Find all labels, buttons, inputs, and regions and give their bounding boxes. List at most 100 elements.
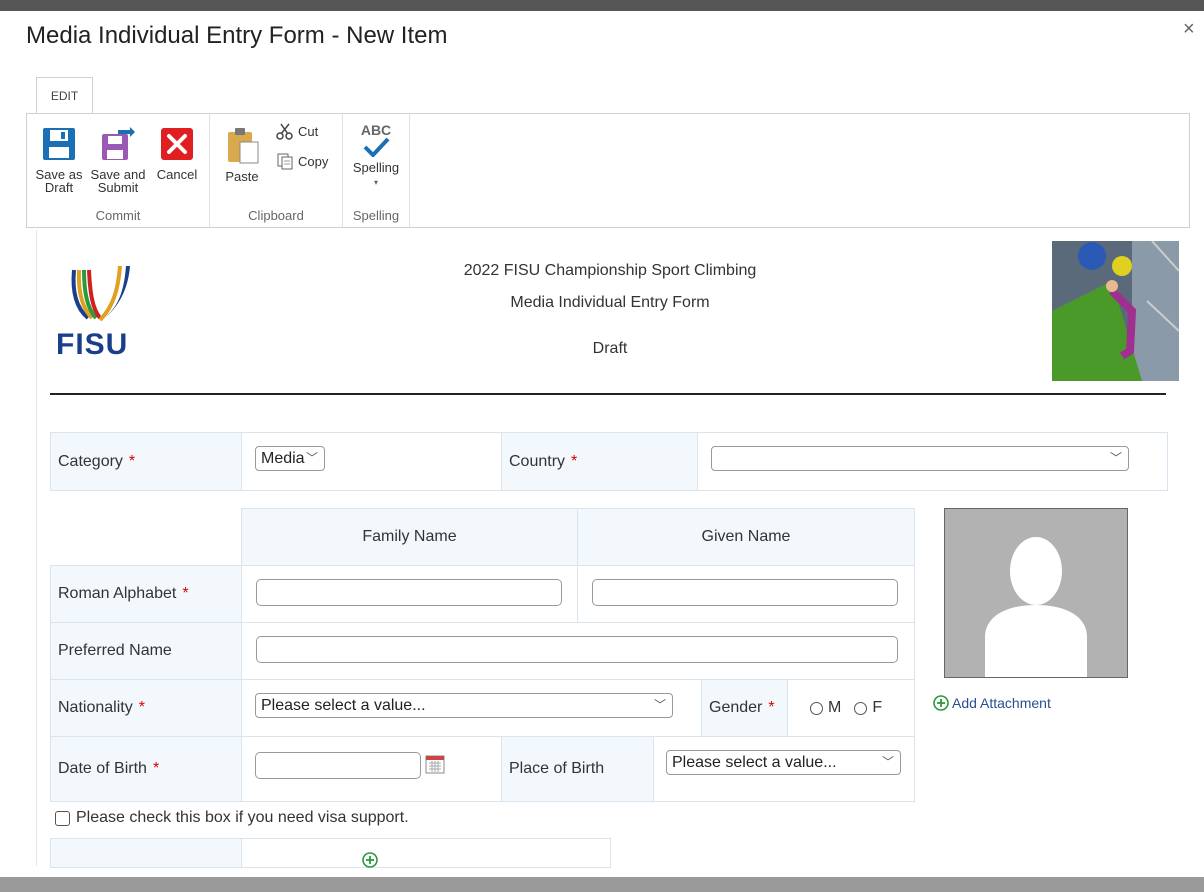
add-circle-icon (933, 695, 949, 711)
spelling-button[interactable]: ABC Spelling ▾ (349, 122, 403, 189)
category-select-value: Media (261, 450, 305, 467)
close-icon[interactable]: × (1183, 18, 1195, 41)
country-select[interactable]: ﹀ (711, 446, 1129, 471)
copy-button[interactable]: Copy (276, 152, 328, 170)
spelling-dropdown-icon[interactable]: ▾ (349, 176, 403, 189)
preferred-name-input[interactable] (256, 636, 898, 663)
save-as-draft-button[interactable]: Save as Draft (33, 126, 85, 194)
climber-image (1052, 241, 1179, 381)
chevron-down-icon: ﹀ (305, 451, 318, 465)
category-select[interactable]: Media ﹀ (255, 446, 325, 471)
place-of-birth-label: Place of Birth (509, 760, 605, 777)
nationality-label: Nationality (58, 699, 133, 716)
cut-label: Cut (298, 123, 319, 139)
abc-icon-text: ABC (360, 122, 392, 138)
ribbon-group-spelling: ABC Spelling ▾ Spelling (343, 114, 410, 227)
family-name-header: Family Name (241, 508, 578, 566)
cut-button[interactable]: Cut (276, 122, 318, 140)
paste-icon (228, 128, 259, 164)
form-title: Media Individual Entry Form (510, 294, 710, 311)
nationality-label-cell: Nationality * (50, 679, 242, 737)
save-submit-icon (102, 127, 135, 160)
gender-label-cell: Gender * (701, 679, 788, 737)
chevron-down-icon: ﹀ (881, 755, 894, 769)
nationality-select-value: Please select a value... (261, 697, 426, 714)
event-title: 2022 FISU Championship Sport Climbing (463, 262, 757, 279)
roman-alphabet-label-cell: Roman Alphabet * (50, 565, 242, 623)
category-label-cell: Category * (50, 432, 242, 491)
required-mark: * (571, 452, 578, 470)
required-mark: * (138, 699, 145, 716)
save-and-submit-button[interactable]: Save and Submit (89, 126, 147, 194)
ribbon-group-commit: Save as Draft Save and Submit Cancel Com… (27, 114, 210, 227)
save-and-submit-label-2: Submit (97, 180, 139, 195)
spelling-group-label: Spelling (352, 208, 400, 223)
place-of-birth-label-cell: Place of Birth (501, 736, 654, 802)
next-row-label-cell (50, 838, 242, 868)
commit-group-label: Commit (95, 208, 141, 223)
visa-support-checkbox[interactable] (55, 810, 70, 826)
copy-icon (277, 153, 293, 170)
place-of-birth-select[interactable]: Please select a value... ﹀ (666, 750, 901, 775)
nationality-select[interactable]: Please select a value... ﹀ (255, 693, 673, 718)
preferred-name-label: Preferred Name (58, 642, 172, 659)
family-name-header-text: Family Name (362, 528, 457, 545)
gender-radio-m[interactable] (810, 701, 823, 715)
next-row-value-cell (241, 838, 611, 868)
calendar-icon[interactable] (425, 754, 445, 779)
given-name-header: Given Name (577, 508, 915, 566)
header-divider (50, 393, 1166, 395)
copy-label: Copy (298, 153, 329, 169)
save-as-draft-label-2: Draft (44, 180, 74, 195)
given-name-input[interactable] (592, 579, 898, 606)
required-mark: * (152, 760, 160, 777)
country-label: Country (509, 452, 566, 470)
place-of-birth-select-value: Please select a value... (672, 754, 837, 771)
required-mark: * (128, 452, 136, 470)
scissors-icon (276, 123, 293, 140)
country-label-cell: Country * (501, 432, 698, 491)
required-mark: * (768, 699, 775, 716)
visa-support-row: Please check this box if you need visa s… (55, 809, 409, 827)
preferred-name-label-cell: Preferred Name (50, 622, 242, 680)
add-circle-icon[interactable] (361, 851, 379, 874)
fisu-brand-text: FISU (56, 328, 129, 361)
cancel-label: Cancel (156, 167, 198, 182)
cancel-button[interactable]: Cancel (153, 126, 201, 181)
given-name-header-text: Given Name (701, 528, 791, 545)
date-of-birth-label: Date of Birth (58, 760, 147, 777)
date-of-birth-label-cell: Date of Birth * (50, 736, 242, 802)
ribbon-group-clipboard: Paste Cut Copy Clipboard (210, 114, 343, 227)
gender-option-m: M (828, 699, 842, 716)
climbing-photo (1052, 241, 1179, 381)
required-mark: * (182, 585, 189, 602)
spelling-label: Spelling (352, 160, 400, 175)
family-name-input[interactable] (256, 579, 562, 606)
add-attachment-label: Add Attachment (952, 695, 1051, 711)
form-status: Draft (592, 340, 628, 357)
bottom-bar (0, 877, 1204, 892)
cancel-icon (161, 128, 193, 160)
gender-label: Gender (709, 699, 763, 716)
roman-alphabet-label: Roman Alphabet (58, 585, 177, 602)
person-silhouette-icon (985, 537, 1087, 677)
category-label: Category (58, 452, 123, 470)
ribbon: Save as Draft Save and Submit Cancel Com… (26, 113, 1190, 228)
chevron-down-icon: ﹀ (1109, 451, 1122, 465)
save-icon (43, 128, 75, 160)
clipboard-group-label: Clipboard (248, 208, 304, 223)
gender-radio-f[interactable] (854, 701, 868, 715)
chevron-down-icon: ﹀ (653, 698, 666, 712)
dialog-title: Media Individual Entry Form - New Item (26, 22, 448, 49)
visa-support-label: Please check this box if you need visa s… (76, 809, 409, 826)
profile-photo-placeholder[interactable] (944, 508, 1128, 678)
date-of-birth-input[interactable] (255, 752, 421, 779)
gender-option-f: F (872, 699, 883, 716)
paste-label: Paste (225, 169, 259, 184)
gender-value-cell: M F (787, 679, 915, 737)
top-bar (0, 0, 1204, 11)
add-attachment-link[interactable]: Add Attachment (932, 694, 1051, 712)
tab-edit[interactable]: EDIT (36, 77, 93, 114)
checkmark-icon (363, 137, 390, 157)
paste-button[interactable]: Paste (220, 126, 264, 183)
